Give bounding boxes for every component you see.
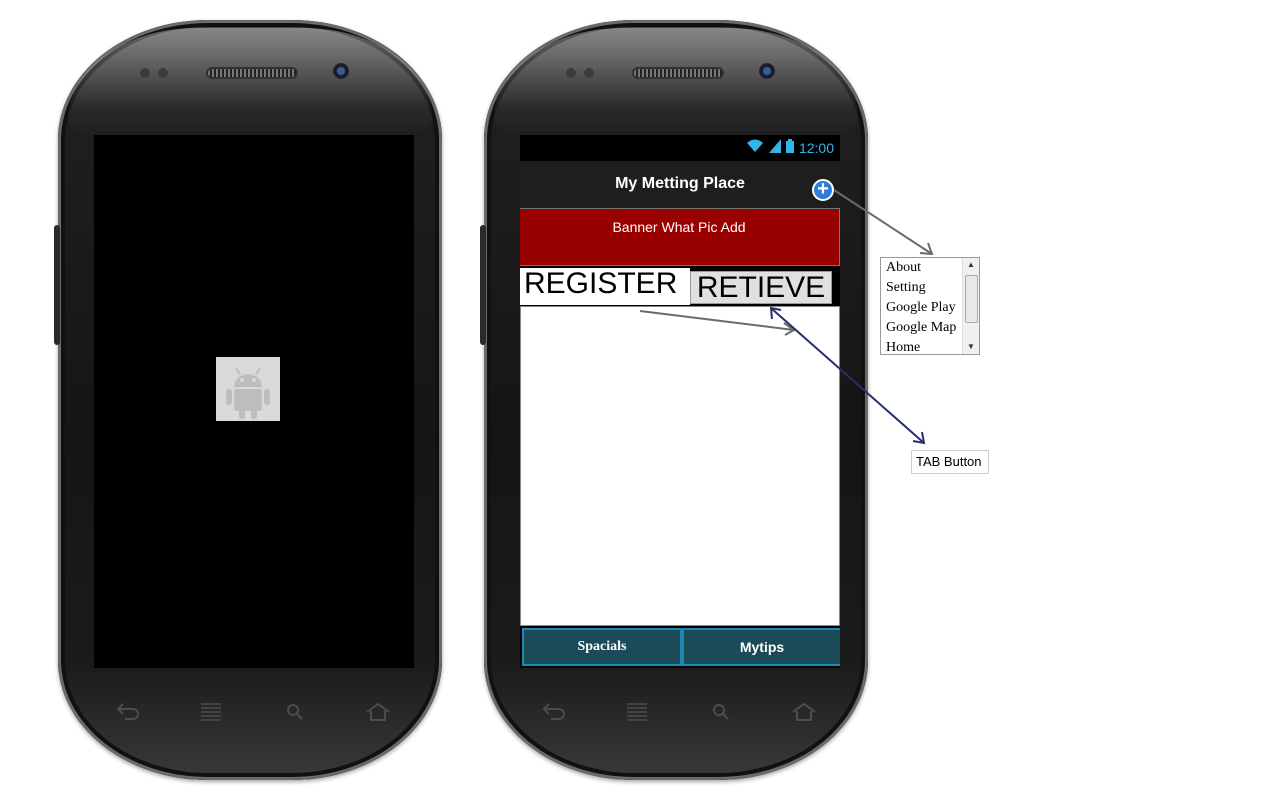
- tab-spacials[interactable]: Spacials: [522, 628, 682, 666]
- banner-text: Banner What Pic Add: [612, 219, 746, 235]
- earpiece-speaker: [206, 67, 298, 79]
- status-bar: 12:00: [520, 135, 840, 161]
- arrow-to-menu-head: [919, 242, 934, 256]
- scroll-thumb[interactable]: [965, 275, 978, 323]
- arrow-tab-button-head-bottom: [912, 431, 926, 445]
- signal-icon: [768, 138, 781, 158]
- tab-register[interactable]: REGISTER: [520, 268, 690, 305]
- right-screen: 12:00 My Metting Place + Banner What Pic…: [520, 135, 840, 668]
- android-logo-icon: [216, 357, 280, 421]
- battery-icon: [785, 138, 794, 158]
- light-sensor: [158, 68, 168, 78]
- menu-icon[interactable]: [196, 700, 226, 724]
- search-icon[interactable]: [280, 700, 310, 724]
- front-camera: [333, 63, 349, 79]
- proximity-sensor: [140, 68, 150, 78]
- tab-retrieve[interactable]: RETIEVE: [690, 271, 832, 304]
- light-sensor: [584, 68, 594, 78]
- search-icon[interactable]: [706, 700, 736, 724]
- back-icon[interactable]: [113, 700, 143, 724]
- volume-button: [480, 225, 486, 345]
- menu-icon[interactable]: [622, 700, 652, 724]
- status-time: 12:00: [798, 140, 834, 156]
- home-icon[interactable]: [789, 700, 819, 724]
- app-title: My Metting Place: [615, 175, 745, 192]
- right-phone-frame: 12:00 My Metting Place + Banner What Pic…: [480, 20, 868, 780]
- tab-mytips[interactable]: Mytips: [682, 628, 840, 666]
- tab-button-label: TAB Button: [911, 450, 989, 474]
- proximity-sensor: [566, 68, 576, 78]
- right-nav-bar: [539, 700, 819, 724]
- scroll-up-icon[interactable]: ▲: [963, 258, 979, 272]
- scroll-down-icon[interactable]: ▼: [963, 340, 979, 354]
- home-icon[interactable]: [363, 700, 393, 724]
- earpiece-speaker: [632, 67, 724, 79]
- menu-scrollbar[interactable]: ▲ ▼: [962, 258, 979, 354]
- front-camera: [759, 63, 775, 79]
- volume-button: [54, 225, 60, 345]
- wifi-icon: [746, 139, 764, 158]
- add-icon[interactable]: +: [812, 179, 834, 201]
- back-icon[interactable]: [539, 700, 569, 724]
- content-area: [520, 306, 840, 626]
- banner: Banner What Pic Add: [520, 208, 840, 266]
- left-phone-frame: [54, 20, 442, 780]
- left-nav-bar: [113, 700, 393, 724]
- action-bar: My Metting Place +: [520, 161, 840, 208]
- left-screen: [94, 135, 414, 668]
- menu-list[interactable]: About Setting Google Play Google Map Hom…: [880, 257, 980, 355]
